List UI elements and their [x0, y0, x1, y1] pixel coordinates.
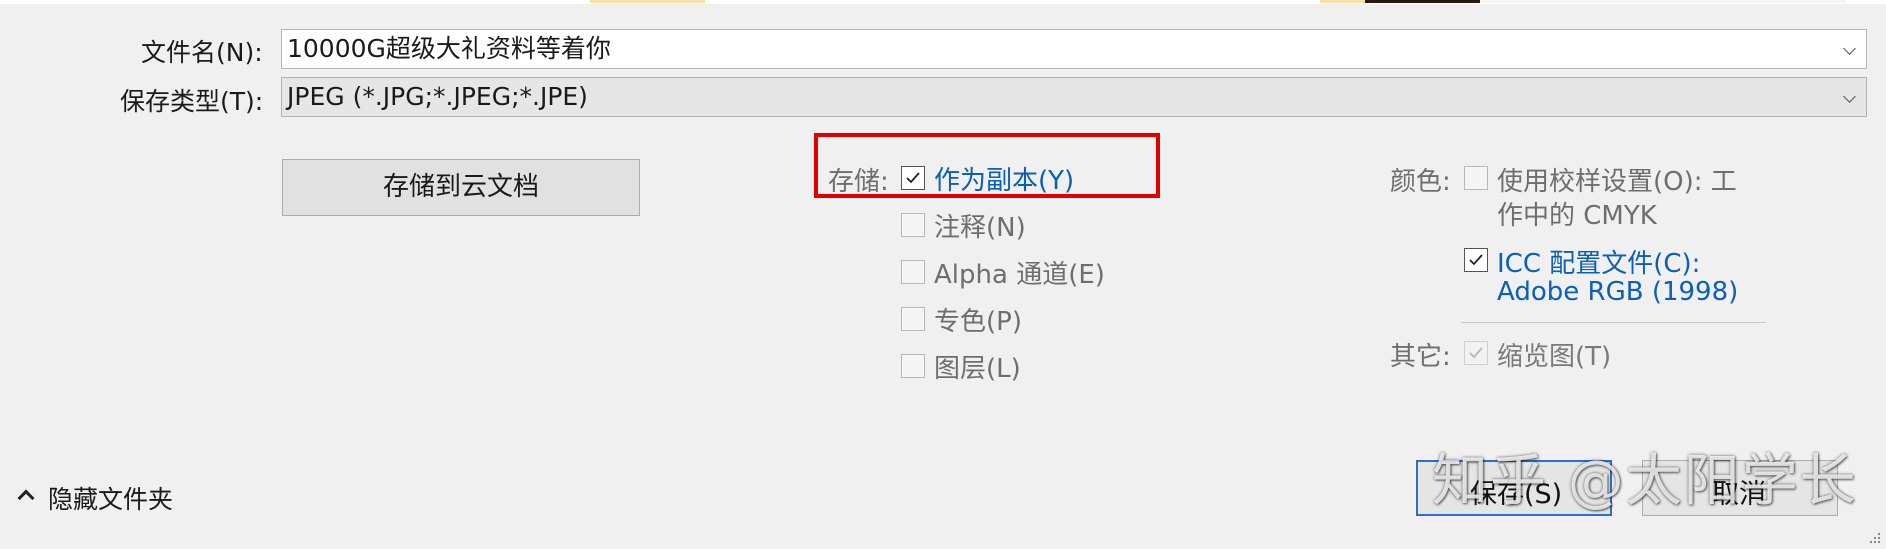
annotations-label[interactable]: 注释(N) — [934, 207, 1026, 244]
icc-profile-label-line1[interactable]: ICC 配置文件(C): — [1497, 243, 1700, 280]
color-options-label: 颜色: — [1390, 167, 1451, 197]
alpha-channel-checkbox[interactable] — [901, 260, 925, 284]
divider — [1461, 322, 1766, 323]
filename-value[interactable]: 10000G超级大礼资料等着你 — [287, 34, 611, 63]
as-copy-label[interactable]: 作为副本(Y) — [934, 160, 1074, 197]
filetype-label: 保存类型(T): — [120, 87, 264, 116]
checkmark-icon — [906, 172, 920, 184]
hide-folders-label[interactable]: 隐藏文件夹 — [48, 480, 173, 516]
filetype-value[interactable]: JPEG (*.JPG;*.JPEG;*.JPE) — [287, 82, 588, 111]
other-options-label: 其它: — [1390, 342, 1451, 372]
layers-checkbox[interactable] — [901, 354, 925, 378]
proof-setup-label-line1[interactable]: 使用校样设置(O): 工 — [1497, 161, 1737, 198]
resize-grip-icon[interactable] — [1866, 529, 1882, 545]
as-copy-checkbox[interactable] — [901, 166, 925, 190]
filename-label: 文件名(N): — [141, 38, 263, 67]
checkmark-icon — [1469, 347, 1483, 359]
save-to-cloud-button[interactable]: 存储到云文档 — [282, 159, 640, 216]
icc-profile-label-line2[interactable]: Adobe RGB (1998) — [1497, 277, 1738, 307]
thumbnail-checkbox[interactable] — [1464, 341, 1488, 365]
watermark: 知乎 @太阳学长 — [1432, 449, 1858, 514]
icc-profile-checkbox[interactable] — [1464, 248, 1488, 272]
proof-setup-checkbox[interactable] — [1464, 166, 1488, 190]
filename-input[interactable]: 10000G超级大礼资料等着你 — [281, 29, 1867, 69]
chevron-down-icon[interactable] — [1843, 90, 1856, 103]
filetype-select[interactable]: JPEG (*.JPG;*.JPEG;*.JPE) — [281, 77, 1867, 117]
spot-color-label[interactable]: 专色(P) — [934, 301, 1022, 338]
chevron-up-icon[interactable] — [17, 489, 35, 507]
save-options-label: 存储: — [828, 167, 889, 197]
alpha-channel-label[interactable]: Alpha 通道(E) — [934, 254, 1105, 291]
proof-setup-label-line2[interactable]: 作中的 CMYK — [1497, 195, 1657, 232]
thumbnail-label[interactable]: 缩览图(T) — [1497, 336, 1611, 373]
annotations-checkbox[interactable] — [901, 213, 925, 237]
spot-color-checkbox[interactable] — [901, 307, 925, 331]
background-strip — [0, 0, 1886, 4]
chevron-down-icon[interactable] — [1843, 42, 1856, 55]
checkmark-icon — [1469, 254, 1483, 266]
layers-label[interactable]: 图层(L) — [934, 348, 1021, 385]
